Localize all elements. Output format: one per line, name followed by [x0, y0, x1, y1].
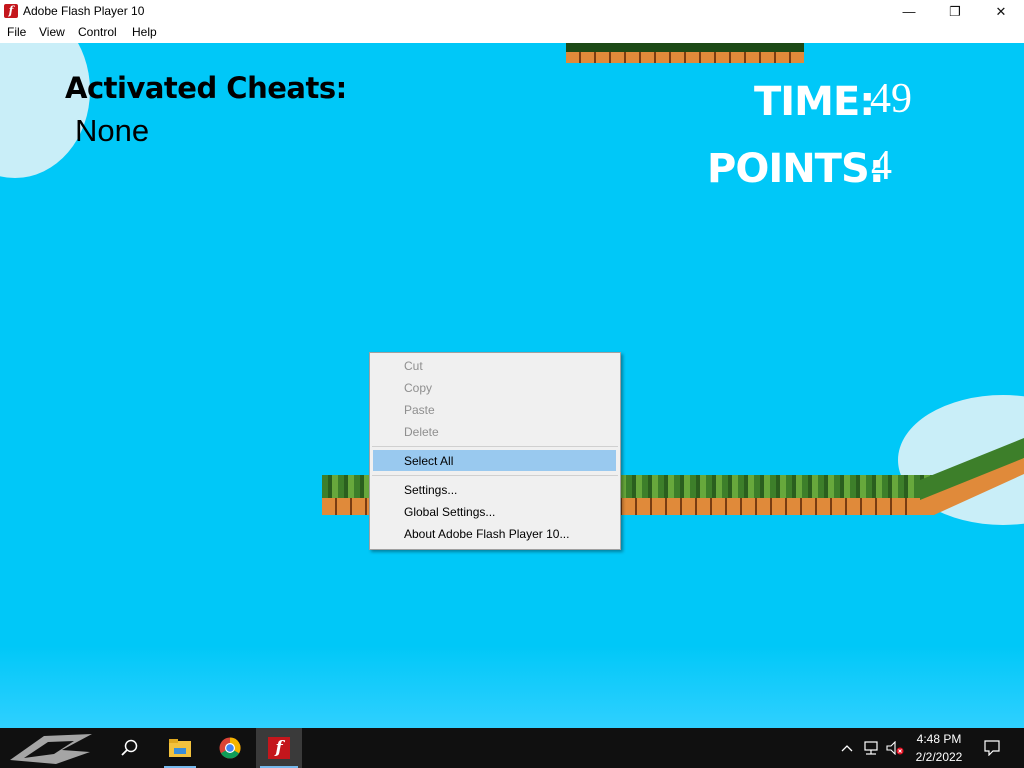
cloud-left	[0, 43, 90, 178]
ctx-copy[interactable]: Copy	[404, 381, 432, 395]
ctx-about[interactable]: About Adobe Flash Player 10...	[404, 527, 569, 541]
context-menu: Cut Copy Paste Delete Select All Setting…	[369, 352, 621, 550]
flash-player-icon: f	[268, 737, 290, 759]
flash-player-taskbar-button[interactable]: f	[256, 728, 302, 768]
menu-control[interactable]: Control	[78, 25, 117, 39]
points-label: POINTS:	[707, 146, 885, 192]
menu-view[interactable]: View	[39, 25, 65, 39]
search-icon[interactable]	[110, 728, 150, 768]
notification-icon[interactable]	[980, 728, 1004, 768]
tray-time[interactable]: 4:48 PM	[906, 732, 972, 746]
menu-help[interactable]: Help	[132, 25, 157, 39]
ctx-paste[interactable]: Paste	[404, 403, 435, 417]
maximize-button[interactable]: ❐	[932, 0, 978, 23]
chevron-up-icon[interactable]	[838, 728, 856, 768]
menu-file[interactable]: File	[7, 25, 26, 39]
ctx-separator	[372, 446, 618, 447]
window-title: Adobe Flash Player 10	[23, 4, 145, 18]
ctx-separator	[372, 475, 618, 476]
ctx-select-all[interactable]: Select All	[404, 454, 453, 468]
ctx-settings[interactable]: Settings...	[404, 483, 457, 497]
minimize-button[interactable]: —	[886, 0, 932, 23]
rog-logo-icon[interactable]	[0, 728, 100, 768]
cheats-value: None	[75, 113, 150, 148]
platform-ramp	[920, 438, 1024, 515]
menu-bar: File View Control Help	[0, 23, 1024, 43]
time-value: 49	[870, 76, 912, 122]
taskbar: f 4:48 PM 2/2/2022	[0, 728, 1024, 768]
file-explorer-icon[interactable]	[160, 728, 200, 768]
chrome-icon[interactable]	[210, 728, 250, 768]
ctx-cut[interactable]: Cut	[404, 359, 423, 373]
close-button[interactable]: ✕	[978, 0, 1024, 23]
volume-muted-icon[interactable]	[884, 728, 906, 768]
title-bar[interactable]: f Adobe Flash Player 10 — ❐ ✕	[0, 0, 1024, 23]
tray-date[interactable]: 2/2/2022	[906, 750, 972, 764]
cheats-title: Activated Cheats:	[65, 71, 347, 105]
flash-app-icon: f	[4, 4, 18, 18]
ctx-delete[interactable]: Delete	[404, 425, 439, 439]
time-label: TIME:	[754, 79, 875, 125]
network-icon[interactable]	[860, 728, 882, 768]
platform-top	[566, 43, 804, 63]
ctx-global-settings[interactable]: Global Settings...	[404, 505, 495, 519]
points-value: 4	[871, 143, 892, 189]
